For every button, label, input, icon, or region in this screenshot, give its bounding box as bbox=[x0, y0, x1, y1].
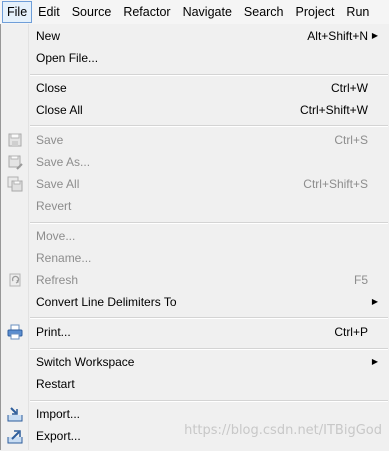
shortcut-label: F5 bbox=[353, 273, 368, 287]
menu-item-open-file[interactable]: Open File... bbox=[1, 47, 389, 69]
menu-bar: File Edit Source Refactor Navigate Searc… bbox=[0, 0, 389, 25]
menu-item-revert[interactable]: Revert bbox=[1, 195, 389, 217]
menu-item-label: Refresh bbox=[36, 273, 79, 287]
shortcut-label: Ctrl+W bbox=[331, 81, 368, 95]
menu-item-label: Open File... bbox=[36, 51, 99, 65]
menu-separator bbox=[30, 125, 388, 127]
shortcut-label: Alt+Shift+N bbox=[307, 29, 368, 43]
menu-item-save-as[interactable]: Save As... bbox=[1, 151, 389, 173]
menu-source[interactable]: Source bbox=[66, 1, 118, 23]
menu-item-label: Print... bbox=[36, 325, 71, 339]
menu-item-save[interactable]: Save Ctrl+S bbox=[1, 129, 389, 151]
menu-item-close[interactable]: Close Ctrl+W bbox=[1, 77, 389, 99]
menu-item-label: Switch Workspace bbox=[36, 355, 135, 369]
save-icon bbox=[7, 132, 23, 148]
menu-separator bbox=[30, 74, 388, 76]
menu-separator bbox=[30, 348, 388, 350]
menu-item-label: Import... bbox=[36, 407, 81, 421]
menu-separator bbox=[30, 222, 388, 224]
menu-item-restart[interactable]: Restart bbox=[1, 373, 389, 395]
menu-item-label: Move... bbox=[36, 229, 76, 243]
shortcut-label: Ctrl+Shift+W bbox=[299, 103, 368, 117]
menu-run[interactable]: Run bbox=[340, 1, 375, 23]
file-dropdown-menu: New Alt+Shift+N ▶ Open File... Close Ctr… bbox=[0, 24, 389, 450]
menu-separator bbox=[30, 400, 388, 402]
menu-item-label: Save bbox=[36, 133, 64, 147]
menu-item-rename[interactable]: Rename... bbox=[1, 247, 389, 269]
menu-item-label: Revert bbox=[36, 199, 72, 213]
shortcut-label: Ctrl+P bbox=[334, 325, 368, 339]
menu-project[interactable]: Project bbox=[290, 1, 341, 23]
menu-navigate[interactable]: Navigate bbox=[177, 1, 238, 23]
menu-item-label: Close All bbox=[36, 103, 83, 117]
printer-icon bbox=[7, 324, 23, 340]
menu-item-label: Export... bbox=[36, 429, 81, 443]
menu-separator bbox=[30, 317, 388, 319]
shortcut-label: Ctrl+S bbox=[334, 133, 368, 147]
menu-item-label: Save As... bbox=[36, 155, 91, 169]
refresh-icon bbox=[7, 272, 23, 288]
menu-item-switch-workspace[interactable]: Switch Workspace ▶ bbox=[1, 351, 389, 373]
menu-item-save-all[interactable]: Save All Ctrl+Shift+S bbox=[1, 173, 389, 195]
save-as-icon bbox=[7, 154, 23, 170]
menu-item-label: Convert Line Delimiters To bbox=[36, 295, 177, 309]
menu-item-label: New bbox=[36, 29, 61, 43]
menu-search[interactable]: Search bbox=[238, 1, 290, 23]
menu-file[interactable]: File bbox=[2, 1, 33, 23]
menu-item-label: Close bbox=[36, 81, 67, 95]
menu-refactor[interactable]: Refactor bbox=[117, 1, 176, 23]
menu-item-label: Save All bbox=[36, 177, 80, 191]
submenu-arrow-icon: ▶ bbox=[371, 357, 378, 366]
menu-item-new[interactable]: New Alt+Shift+N ▶ bbox=[1, 25, 389, 47]
menu-item-label: Rename... bbox=[36, 251, 92, 265]
save-all-icon bbox=[7, 176, 23, 192]
menu-item-label: Restart bbox=[36, 377, 75, 391]
menu-item-close-all[interactable]: Close All Ctrl+Shift+W bbox=[1, 99, 389, 121]
submenu-arrow-icon: ▶ bbox=[371, 297, 378, 306]
import-icon bbox=[7, 406, 23, 422]
export-icon bbox=[7, 428, 23, 444]
menu-item-refresh[interactable]: Refresh F5 bbox=[1, 269, 389, 291]
menu-item-convert-line-delimiters[interactable]: Convert Line Delimiters To ▶ bbox=[1, 291, 389, 313]
shortcut-label: Ctrl+Shift+S bbox=[303, 177, 368, 191]
menu-item-print[interactable]: Print... Ctrl+P bbox=[1, 321, 389, 343]
menu-item-import[interactable]: Import... bbox=[1, 403, 389, 425]
menu-edit[interactable]: Edit bbox=[32, 1, 66, 23]
watermark-text: https://blog.csdn.net/ITBigGod bbox=[184, 423, 382, 438]
submenu-arrow-icon: ▶ bbox=[371, 31, 378, 40]
menu-item-move[interactable]: Move... bbox=[1, 225, 389, 247]
